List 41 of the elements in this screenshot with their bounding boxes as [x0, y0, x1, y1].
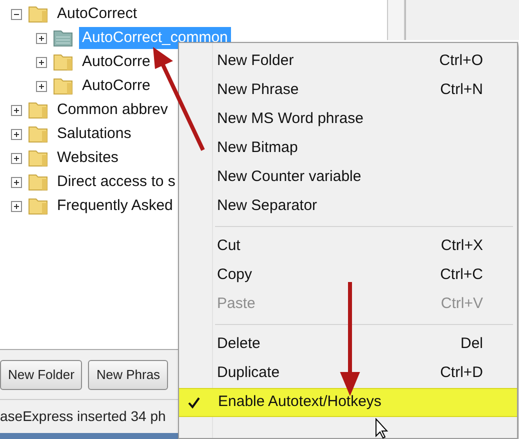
- toolbar-button[interactable]: New Phras: [88, 360, 168, 390]
- menu-item[interactable]: New MS Word phrase: [179, 105, 517, 134]
- tree-item[interactable]: Direct access to s: [54, 170, 178, 194]
- folder-icon: [28, 173, 48, 191]
- tree-item[interactable]: AutoCorre: [79, 74, 154, 98]
- folder-icon: [28, 101, 48, 119]
- menu-item[interactable]: Delete Del: [179, 330, 517, 359]
- expand-icon[interactable]: [11, 176, 22, 188]
- tree-item[interactable]: AutoCorre: [79, 50, 154, 74]
- tree-item[interactable]: Frequently Asked: [54, 194, 176, 218]
- expand-icon[interactable]: [36, 56, 47, 68]
- mouse-cursor-icon: [375, 418, 389, 439]
- folder-icon: [28, 197, 48, 215]
- hatched-folder-icon: [53, 29, 73, 47]
- collapse-icon[interactable]: [11, 8, 22, 20]
- menu-item[interactable]: New Bitmap: [179, 134, 517, 163]
- folder-icon: [28, 149, 48, 167]
- status-text: aseExpress inserted 34 ph: [0, 407, 166, 426]
- menu-item[interactable]: New Counter variable: [179, 163, 517, 192]
- expand-icon[interactable]: [11, 152, 22, 164]
- tree-item[interactable]: AutoCorrect: [54, 2, 140, 26]
- menu-item[interactable]: New Separator: [179, 192, 517, 221]
- folder-icon: [28, 125, 48, 143]
- menu-item[interactable]: Enable Autotext/Hotkeys: [179, 388, 517, 417]
- tree-item[interactable]: Salutations: [54, 122, 134, 146]
- expand-icon[interactable]: [11, 200, 22, 212]
- expand-icon[interactable]: [36, 80, 47, 92]
- tree-item[interactable]: Common abbrev: [54, 98, 171, 122]
- folder-icon: [28, 5, 48, 23]
- menu-item[interactable]: New Folder Ctrl+O: [179, 47, 517, 76]
- tree-item[interactable]: Websites: [54, 146, 122, 170]
- expand-icon[interactable]: [11, 104, 22, 116]
- menu-item[interactable]: Duplicate Ctrl+D: [179, 359, 517, 388]
- expand-icon[interactable]: [11, 128, 22, 140]
- expand-icon[interactable]: [36, 32, 47, 44]
- menu-item[interactable]: Cut Ctrl+X: [179, 232, 517, 261]
- toolbar-button[interactable]: New Folder: [0, 360, 82, 390]
- folder-icon: [53, 77, 73, 95]
- folder-icon: [53, 53, 73, 71]
- menu-item[interactable]: New Phrase Ctrl+N: [179, 76, 517, 105]
- menu-item[interactable]: Copy Ctrl+C: [179, 261, 517, 290]
